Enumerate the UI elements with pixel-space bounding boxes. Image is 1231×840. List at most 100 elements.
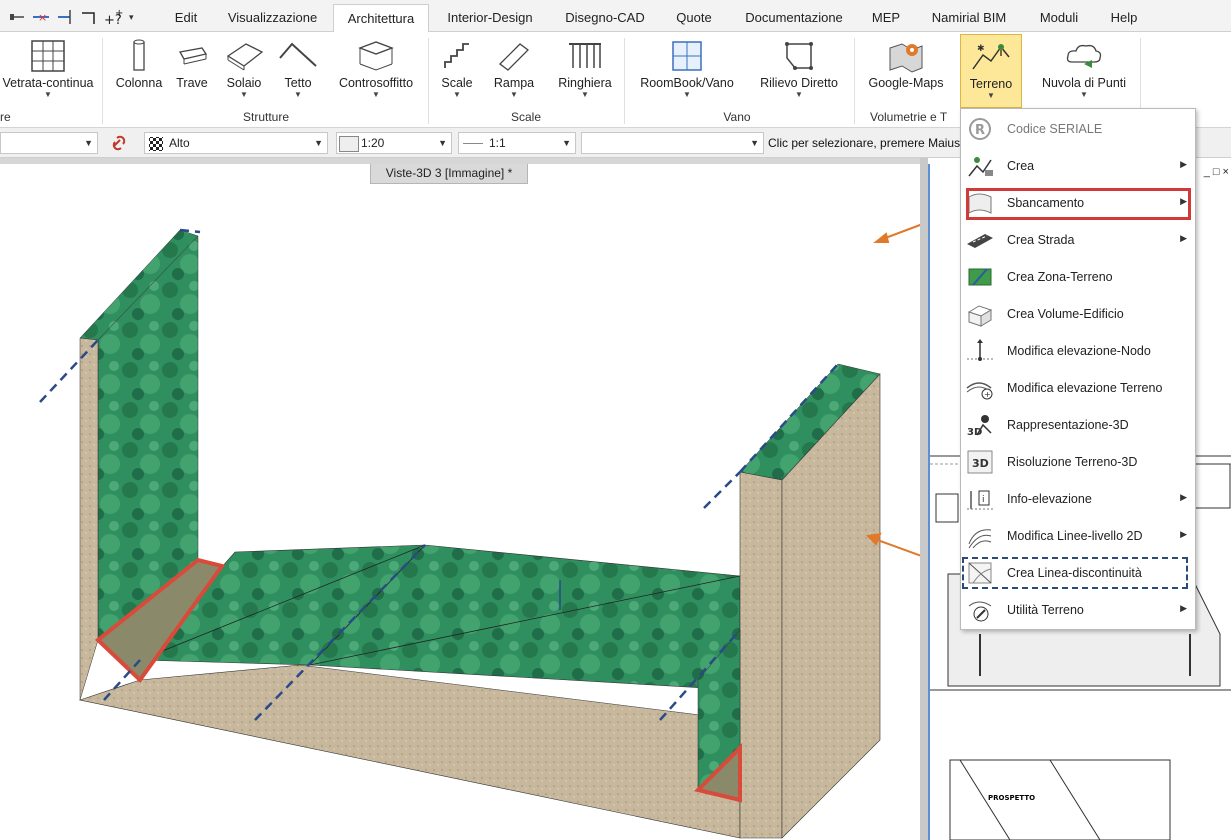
svg-text:+: + (984, 390, 991, 399)
viewport-3d[interactable] (0, 164, 922, 840)
road-icon (965, 226, 995, 254)
menu-tab-bar: × +? + ▾ Edit Visualizzazione Architettur… (0, 0, 1231, 33)
svg-text:▾: ▾ (129, 13, 134, 23)
submenu-arrow-icon: ▶ (1180, 233, 1187, 243)
menu-item-codice-seriale[interactable]: R Codice SERIALE (961, 111, 1195, 148)
scale-combo[interactable]: 1:20 ▼ (336, 132, 452, 154)
tab-mep[interactable]: MEP (866, 4, 906, 32)
tab-documentazione[interactable]: Documentazione (738, 4, 850, 32)
menu-item-modifica-elevazione-terreno[interactable]: + Modifica elevazione Terreno (961, 370, 1195, 407)
tab-interior-design[interactable]: Interior-Design (440, 4, 540, 32)
tab-disegno-cad[interactable]: Disegno-CAD (560, 4, 650, 32)
vetrata-continua-button[interactable]: Vetrata-continua ▼ (0, 34, 96, 104)
roombook-vano-button[interactable]: RoomBook/Vano ▼ (634, 34, 740, 104)
trim-icon[interactable] (56, 8, 74, 26)
chevron-down-icon: ▼ (683, 90, 691, 99)
ramp-icon (494, 38, 534, 74)
menu-item-rappresentazione-3d[interactable]: 3D Rappresentazione-3D (961, 407, 1195, 444)
tab-architettura[interactable]: Architettura (333, 4, 429, 33)
terreno-dropdown-menu: R Codice SERIALE Crea ▶ Sbancamento ▶ Cr… (960, 108, 1196, 630)
menu-item-crea-volume-edificio[interactable]: Crea Volume-Edificio (961, 296, 1195, 333)
chevron-down-icon: ▼ (1080, 90, 1088, 99)
tab-help[interactable]: Help (1104, 4, 1144, 32)
menu-item-info-elevazione[interactable]: i Info-elevazione ▶ (961, 481, 1195, 518)
chevron-down-icon: ▼ (581, 90, 589, 99)
delete-measure-icon[interactable]: × (32, 8, 50, 26)
menu-item-crea-zona-terreno[interactable]: Crea Zona-Terreno (961, 259, 1195, 296)
rilievo-diretto-button[interactable]: Rilievo Diretto ▼ (752, 34, 846, 104)
chevron-down-icon: ▼ (294, 90, 302, 99)
solaio-button[interactable]: Solaio ▼ (218, 34, 270, 104)
terreno-label: Terreno (969, 77, 1013, 91)
qat-dropdown-icon[interactable]: ▾ (128, 8, 146, 26)
corner-icon[interactable] (80, 8, 98, 26)
layer-value: Alto (169, 136, 190, 150)
colonna-button[interactable]: Colonna (110, 34, 168, 104)
menu-item-crea[interactable]: Crea ▶ (961, 148, 1195, 185)
group-label-scale: Scale (510, 110, 542, 124)
add-point-icon[interactable]: +? + (104, 8, 123, 28)
text-combo[interactable]: ▼ (581, 132, 764, 154)
create-terrain-icon (965, 152, 995, 180)
menu-item-modifica-linee-livello-2d[interactable]: Modifica Linee-livello 2D ▶ (961, 518, 1195, 555)
column-icon (119, 38, 159, 74)
drawing-label: PROSPETTO (988, 794, 1035, 802)
chevron-down-icon: ▼ (44, 90, 52, 99)
menu-item-label: Crea Strada (1007, 233, 1075, 247)
rampa-button[interactable]: Rampa ▼ (490, 34, 538, 104)
controsoffitto-button[interactable]: Controsoffitto ▼ (330, 34, 422, 104)
building-volume-icon (965, 300, 995, 328)
menu-item-utilita-terreno[interactable]: Utilità Terreno ▶ (961, 592, 1195, 629)
left-combo[interactable]: ▼ (0, 132, 98, 154)
menu-item-label: Crea Zona-Terreno (1007, 270, 1113, 284)
menu-item-risoluzione-terreno-3d[interactable]: 3D Risoluzione Terreno-3D (961, 444, 1195, 481)
representation-3d-icon: 3D (965, 411, 995, 439)
tab-moduli[interactable]: Moduli (1030, 4, 1088, 32)
terrain-elevation-icon: + (965, 374, 995, 402)
menu-item-modifica-elevazione-nodo[interactable]: Modifica elevazione-Nodo (961, 333, 1195, 370)
divider (102, 38, 103, 124)
tetto-button[interactable]: Tetto ▼ (274, 34, 322, 104)
google-maps-button[interactable]: Google-Maps (862, 34, 950, 104)
terrain-zone-icon (965, 263, 995, 291)
divider (428, 38, 429, 124)
dimension-icon[interactable] (8, 8, 26, 26)
tetto-label: Tetto (284, 76, 312, 90)
highlight-crea-linea-discontinuita (962, 557, 1188, 589)
resolution-3d-icon: 3D (965, 448, 995, 476)
viewport-tab[interactable]: Viste-3D 3 [Immagine] * (370, 164, 528, 184)
line-icon (463, 143, 483, 145)
divider (624, 38, 625, 124)
ratio-combo[interactable]: 1:1 ▼ (458, 132, 576, 154)
group-label-strutture: Strutture (242, 110, 290, 124)
chevron-down-icon: ▼ (795, 90, 803, 99)
terrain-icon: ✱ (971, 39, 1011, 75)
status-text: Clic per selezionare, premere Maiusc (768, 136, 963, 150)
group-label-volumetrie: Volumetrie e T (870, 110, 948, 124)
solaio-label: Solaio (226, 76, 262, 90)
submenu-arrow-icon: ▶ (1180, 603, 1187, 613)
info-elevation-icon: i (965, 485, 995, 513)
layer-combo[interactable]: Alto ▼ (144, 132, 328, 154)
menu-item-label: Crea (1007, 159, 1035, 173)
link-icon[interactable] (108, 134, 130, 152)
trave-button[interactable]: Trave (170, 34, 214, 104)
tab-edit[interactable]: Edit (163, 4, 209, 32)
menu-item-label: Codice SERIALE (1007, 122, 1103, 136)
chevron-down-icon: ▼ (84, 138, 93, 148)
tab-namirial-bim[interactable]: Namirial BIM (924, 4, 1014, 32)
chevron-down-icon: ▼ (372, 90, 380, 99)
svg-text:R: R (975, 123, 985, 138)
terrain-utility-icon (965, 596, 995, 624)
rilievo-label: Rilievo Diretto (760, 76, 838, 90)
splitter[interactable] (920, 158, 928, 840)
terreno-button[interactable]: ✱ Terreno ▼ (960, 34, 1022, 108)
scale-value: 1:20 (361, 136, 385, 150)
panel-window-controls[interactable]: _ □ × (1204, 166, 1229, 178)
tab-quote[interactable]: Quote (668, 4, 720, 32)
scale-button[interactable]: Scale ▼ (434, 34, 480, 104)
ringhiera-button[interactable]: Ringhiera ▼ (552, 34, 618, 104)
nuvola-di-punti-button[interactable]: Nuvola di Punti ▼ (1034, 34, 1134, 104)
tab-visualizzazione[interactable]: Visualizzazione (221, 4, 324, 32)
menu-item-crea-strada[interactable]: Crea Strada ▶ (961, 222, 1195, 259)
